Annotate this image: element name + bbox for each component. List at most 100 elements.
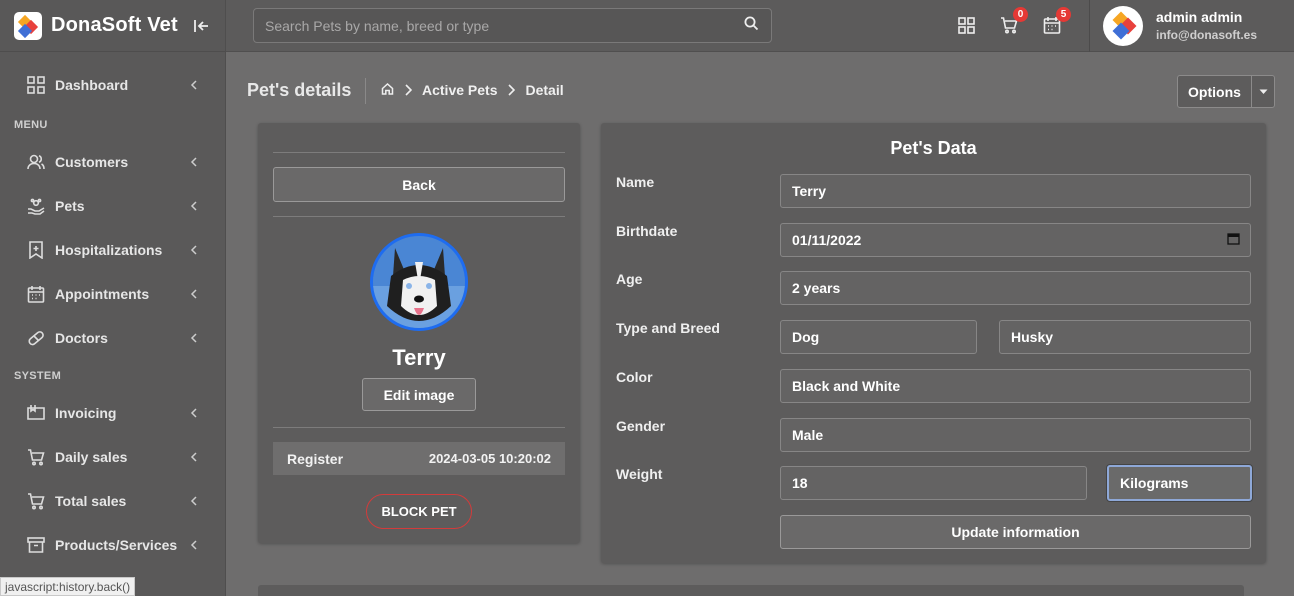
back-button[interactable]: Back <box>273 167 565 202</box>
options-button-group: Options <box>1177 75 1275 108</box>
update-information-button[interactable]: Update information <box>780 515 1251 549</box>
sidebar-item-label: Appointments <box>55 286 150 302</box>
gender-field[interactable]: Male <box>780 418 1251 452</box>
sidebar-item-label: Dashboard <box>55 77 129 93</box>
sidebar-item-hospitalizations[interactable]: Hospitalizations <box>0 228 225 272</box>
breadcrumb-detail: Detail <box>525 82 564 98</box>
register-label: Register <box>287 450 344 467</box>
sidebar-item-customers[interactable]: Customers <box>0 140 225 184</box>
register-value: 2024-03-05 10:20:02 <box>428 451 551 466</box>
chevron-left-icon <box>190 496 197 506</box>
sidebar-item-label: Products/Services <box>55 537 178 553</box>
pet-name: Terry <box>392 345 446 370</box>
cart-count-badge: 0 <box>1013 7 1028 22</box>
name-value: Terry <box>792 183 826 199</box>
sidebar-item-pets[interactable]: Pets <box>0 184 225 228</box>
chevron-right-icon <box>404 84 412 96</box>
gender-label: Gender <box>616 418 666 434</box>
calendar-button[interactable]: 5 <box>1041 7 1071 36</box>
birthdate-field[interactable]: 01/11/2022 <box>780 223 1251 257</box>
brand: DonaSoft Vet <box>0 0 225 52</box>
chevron-left-icon <box>190 289 197 299</box>
chevron-down-icon[interactable] <box>1252 76 1274 107</box>
topbar: 0 5 admin admin info@donasoft.es <box>226 0 1294 52</box>
sidebar-item-appointments[interactable]: Appointments <box>0 272 225 316</box>
gender-value: Male <box>792 427 824 443</box>
chevron-left-icon <box>190 452 197 462</box>
divider <box>273 152 565 153</box>
bookmark-icon <box>26 240 46 260</box>
chevron-left-icon <box>190 157 197 167</box>
sidebar-item-dashboard[interactable]: Dashboard <box>0 63 225 107</box>
cart-icon <box>26 447 46 467</box>
section-label-system: SYSTEM <box>14 370 62 382</box>
sidebar-item-label: Doctors <box>55 330 108 346</box>
chevron-left-icon <box>190 80 197 90</box>
type-breed-label: Type and Breed <box>616 320 720 336</box>
block-pet-button[interactable]: BLOCK PET <box>366 494 472 529</box>
calendar-icon <box>26 284 46 304</box>
age-value: 2 years <box>792 280 841 296</box>
weight-value: 18 <box>792 475 808 491</box>
pill-icon <box>26 328 46 348</box>
page-title: Pet's details <box>247 80 352 100</box>
search-input[interactable] <box>265 17 744 34</box>
sidebar-item-label: Hospitalizations <box>55 242 163 258</box>
sidebar-item-label: Customers <box>55 154 129 170</box>
divider <box>1089 0 1090 52</box>
cart-icon <box>26 491 46 511</box>
chevron-left-icon <box>190 333 197 343</box>
color-field[interactable]: Black and White <box>780 369 1251 403</box>
weight-unit-field[interactable]: Kilograms <box>1107 465 1252 501</box>
name-field[interactable]: Terry <box>780 174 1251 208</box>
sidebar-item-label: Pets <box>55 198 85 214</box>
calendar-picker-icon[interactable] <box>1227 232 1240 248</box>
sidebar-item-label: Daily sales <box>55 449 128 465</box>
apps-grid-icon[interactable] <box>955 14 977 36</box>
bottom-card <box>258 585 1244 596</box>
breadcrumb-active-pets[interactable]: Active Pets <box>422 82 497 98</box>
home-icon[interactable] <box>381 82 394 98</box>
chevron-left-icon <box>190 540 197 550</box>
type-value: Dog <box>792 329 820 345</box>
weight-field[interactable]: 18 <box>780 466 1087 500</box>
donasoft-logo-icon[interactable] <box>14 11 42 40</box>
search-box[interactable] <box>253 8 772 43</box>
breed-value: Husky <box>1011 329 1054 345</box>
age-field[interactable]: 2 years <box>780 271 1251 305</box>
status-bar-url: javascript:history.back() <box>0 577 136 596</box>
sidebar-item-doctors[interactable]: Doctors <box>0 316 225 360</box>
invoice-icon <box>26 403 46 423</box>
pet-profile-card: Back Terry Edit image Register 2024-03-0… <box>258 123 580 543</box>
chevron-right-icon <box>507 84 516 96</box>
collapse-sidebar-icon[interactable] <box>192 16 212 36</box>
grid-icon <box>26 75 46 95</box>
users-icon <box>26 152 46 172</box>
breed-field[interactable]: Husky <box>999 320 1251 354</box>
sidebar-item-invoicing[interactable]: Invoicing <box>0 391 225 435</box>
avatar[interactable] <box>1103 6 1143 46</box>
calendar-count-badge: 5 <box>1056 7 1071 22</box>
type-field[interactable]: Dog <box>780 320 977 354</box>
pet-photo <box>370 233 468 331</box>
divider <box>273 427 565 428</box>
birthdate-label: Birthdate <box>616 223 678 239</box>
sidebar-item-label: Total sales <box>55 493 127 509</box>
divider <box>273 216 565 217</box>
cart-button[interactable]: 0 <box>998 7 1028 36</box>
chevron-left-icon <box>190 201 197 211</box>
hand-paw-icon <box>26 196 46 216</box>
breadcrumb: Active Pets Detail <box>381 82 564 98</box>
search-icon[interactable] <box>744 16 759 36</box>
sidebar-item-products-services[interactable]: Products/Services <box>0 523 225 567</box>
sidebar: DonaSoft Vet Dashboard MENU Customers Pe… <box>0 0 226 596</box>
sidebar-item-daily-sales[interactable]: Daily sales <box>0 435 225 479</box>
edit-image-button[interactable]: Edit image <box>362 378 476 411</box>
chevron-left-icon <box>190 408 197 418</box>
user-email: info@donasoft.es <box>1156 28 1258 42</box>
card-title: Pet's Data <box>890 138 977 158</box>
options-button[interactable]: Options <box>1178 76 1252 107</box>
sidebar-item-total-sales[interactable]: Total sales <box>0 479 225 523</box>
brand-name[interactable]: DonaSoft Vet <box>51 14 178 37</box>
user-name[interactable]: admin admin <box>1156 9 1242 25</box>
